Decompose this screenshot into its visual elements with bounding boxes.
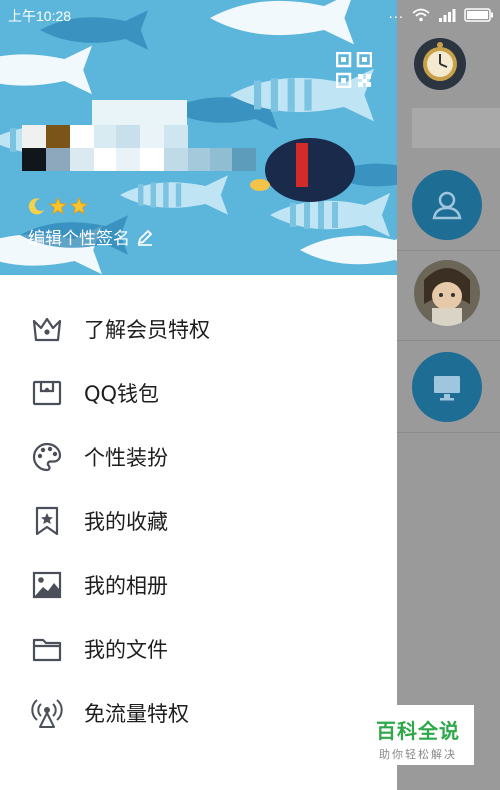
star-icon	[70, 197, 88, 215]
status-bar: 上午10:28 ...	[0, 0, 500, 30]
wallet-icon	[30, 376, 64, 410]
pencil-icon	[137, 229, 153, 246]
qq-screen: 编辑个性签名 了解会员特权 QQ钱包 个性装扮 我的收藏 我的相册 我的文件 免…	[0, 0, 500, 790]
status-time: 上午10:28	[8, 8, 72, 24]
menu-label: 了解会员特权	[84, 318, 210, 342]
menu-label: 我的文件	[84, 638, 168, 662]
edit-signature[interactable]: 编辑个性签名	[28, 224, 154, 249]
conversation-list-dimmed[interactable]	[397, 0, 500, 790]
menu-item-vip[interactable]: 了解会员特权	[0, 297, 397, 361]
watermark-title: 百科全说	[376, 719, 460, 743]
monitor-icon	[434, 376, 460, 401]
crown-icon	[30, 312, 64, 346]
contacts-icon	[432, 191, 462, 220]
user-avatar-small[interactable]	[414, 38, 466, 90]
battery-icon	[464, 7, 493, 22]
menu-label: 我的收藏	[84, 510, 168, 534]
picture-icon	[30, 568, 64, 602]
device-circle-button[interactable]	[412, 352, 482, 422]
signal-tower-icon	[30, 696, 64, 730]
menu-label: 我的相册	[84, 574, 168, 598]
menu-item-theme[interactable]: 个性装扮	[0, 425, 397, 489]
divider	[397, 340, 500, 341]
contacts-circle-button[interactable]	[412, 170, 482, 240]
menu-item-files[interactable]: 我的文件	[0, 617, 397, 681]
signature-text: 编辑个性签名	[28, 229, 130, 249]
baike-watermark: 百科全说 助你轻松解决	[362, 705, 474, 765]
qr-code-icon	[335, 51, 373, 89]
divider	[397, 432, 500, 433]
menu-item-favorites[interactable]: 我的收藏	[0, 489, 397, 553]
contact-avatar-anime[interactable]	[414, 260, 480, 326]
menu-item-wallet[interactable]: QQ钱包	[0, 361, 397, 425]
bookmark-star-icon	[30, 504, 64, 538]
drawer-menu: 了解会员特权 QQ钱包 个性装扮 我的收藏 我的相册 我的文件 免流量特权	[0, 297, 397, 745]
menu-label: QQ钱包	[84, 382, 160, 406]
menu-item-album[interactable]: 我的相册	[0, 553, 397, 617]
level-badges[interactable]	[28, 197, 88, 215]
moon-icon	[28, 198, 44, 215]
avatar-mosaic[interactable]	[22, 100, 272, 179]
header-bar-dimmed	[412, 108, 500, 148]
menu-label: 个性装扮	[84, 446, 168, 470]
menu-label: 免流量特权	[84, 702, 189, 726]
notification-dots: ...	[388, 7, 404, 22]
folder-icon	[30, 632, 64, 666]
status-icons: ...	[389, 7, 494, 22]
watermark-subtitle: 助你轻松解决	[379, 748, 457, 761]
menu-item-free-data[interactable]: 免流量特权	[0, 681, 397, 745]
signal-icon	[439, 8, 456, 22]
profile-header[interactable]: 编辑个性签名	[0, 0, 397, 275]
qr-code-button[interactable]	[335, 51, 373, 89]
palette-icon	[30, 440, 64, 474]
star-icon	[49, 197, 67, 215]
wifi-icon	[412, 8, 430, 21]
divider	[397, 250, 500, 251]
side-drawer: 编辑个性签名 了解会员特权 QQ钱包 个性装扮 我的收藏 我的相册 我的文件 免…	[0, 0, 397, 790]
pixelated-avatar	[22, 100, 256, 171]
